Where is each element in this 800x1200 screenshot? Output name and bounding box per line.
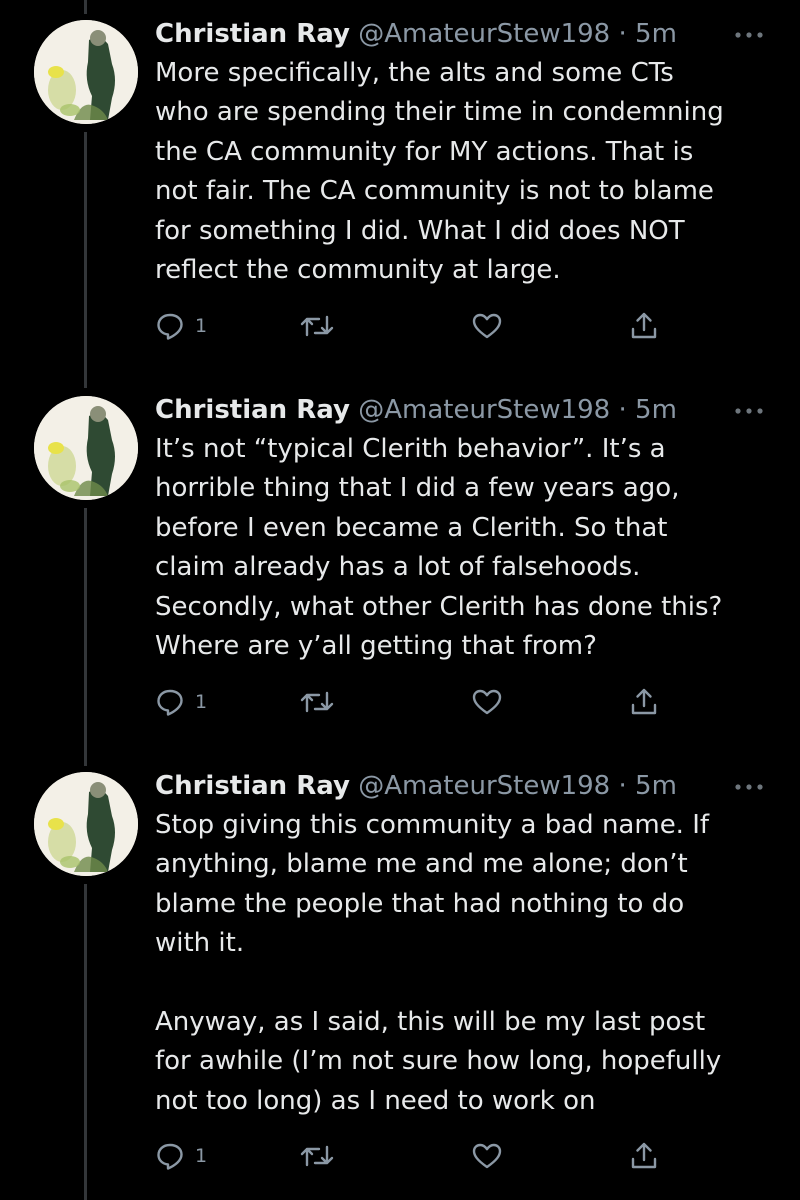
- heart-outline-icon: [472, 313, 502, 339]
- more-options-button[interactable]: [734, 402, 764, 414]
- reply-bubble-icon: [157, 689, 183, 716]
- author-handle[interactable]: @AmateurStew198: [358, 771, 610, 801]
- author-name[interactable]: Christian Ray: [155, 395, 350, 425]
- retweet-button[interactable]: [300, 306, 334, 346]
- tweet-time[interactable]: 5m: [635, 771, 677, 801]
- reply-button[interactable]: 1: [155, 682, 207, 722]
- share-upload-icon: [631, 688, 657, 715]
- tweet-header: Christian Ray @AmateurStew198 · 5m: [155, 390, 677, 430]
- tweet-time[interactable]: 5m: [635, 395, 677, 425]
- author-handle[interactable]: @AmateurStew198: [358, 19, 610, 49]
- tweet-text: More specifically, the alts and some CTs…: [155, 58, 724, 286]
- tweet-time[interactable]: 5m: [635, 19, 677, 49]
- share-button[interactable]: [629, 1136, 659, 1176]
- more-options-button[interactable]: [734, 26, 764, 38]
- share-button[interactable]: [629, 682, 659, 722]
- tweet-actions: 1: [155, 682, 675, 722]
- tweet-text: It’s not “typical Clerith behavior”. It’…: [155, 434, 723, 662]
- reply-button[interactable]: 1: [155, 306, 207, 346]
- ellipsis-icon: [735, 32, 763, 38]
- reply-count: 1: [195, 691, 208, 713]
- author-handle[interactable]: @AmateurStew198: [358, 395, 610, 425]
- retweet-button[interactable]: [300, 1136, 334, 1176]
- thread-line-top: [84, 0, 87, 14]
- heart-outline-icon: [472, 689, 502, 715]
- author-name[interactable]: Christian Ray: [155, 771, 350, 801]
- header-separator: ·: [618, 19, 627, 49]
- reply-bubble-icon: [157, 1143, 183, 1170]
- reply-count: 1: [195, 315, 208, 337]
- reply-bubble-icon: [157, 313, 183, 340]
- retweet-arrows-icon: [300, 315, 334, 337]
- header-separator: ·: [618, 395, 627, 425]
- header-separator: ·: [618, 771, 627, 801]
- share-upload-icon: [631, 1142, 657, 1169]
- tweet-header: Christian Ray @AmateurStew198 · 5m: [155, 14, 677, 54]
- tweet-header: Christian Ray @AmateurStew198 · 5m: [155, 766, 677, 806]
- avatar[interactable]: [34, 396, 138, 500]
- like-button[interactable]: [471, 1136, 503, 1176]
- tweet-actions: 1: [155, 1136, 675, 1176]
- tweet-actions: 1: [155, 306, 675, 346]
- tweet[interactable]: Christian Ray @AmateurStew198 · 5m More …: [0, 14, 800, 374]
- like-button[interactable]: [471, 682, 503, 722]
- retweet-button[interactable]: [300, 682, 334, 722]
- reply-count: 1: [195, 1145, 208, 1167]
- more-options-button[interactable]: [734, 778, 764, 790]
- tweet[interactable]: Christian Ray @AmateurStew198 · 5m Stop …: [0, 766, 800, 1200]
- share-upload-icon: [631, 312, 657, 339]
- ellipsis-icon: [735, 784, 763, 790]
- reply-button[interactable]: 1: [155, 1136, 207, 1176]
- tweet[interactable]: Christian Ray @AmateurStew198 · 5m It’s …: [0, 390, 800, 750]
- retweet-arrows-icon: [300, 1145, 334, 1167]
- like-button[interactable]: [471, 306, 503, 346]
- share-button[interactable]: [629, 306, 659, 346]
- ellipsis-icon: [735, 408, 763, 414]
- author-name[interactable]: Christian Ray: [155, 19, 350, 49]
- avatar[interactable]: [34, 772, 138, 876]
- heart-outline-icon: [472, 1143, 502, 1169]
- retweet-arrows-icon: [300, 691, 334, 713]
- tweet-text: Stop giving this community a bad name. I…: [155, 810, 722, 1116]
- avatar[interactable]: [34, 20, 138, 124]
